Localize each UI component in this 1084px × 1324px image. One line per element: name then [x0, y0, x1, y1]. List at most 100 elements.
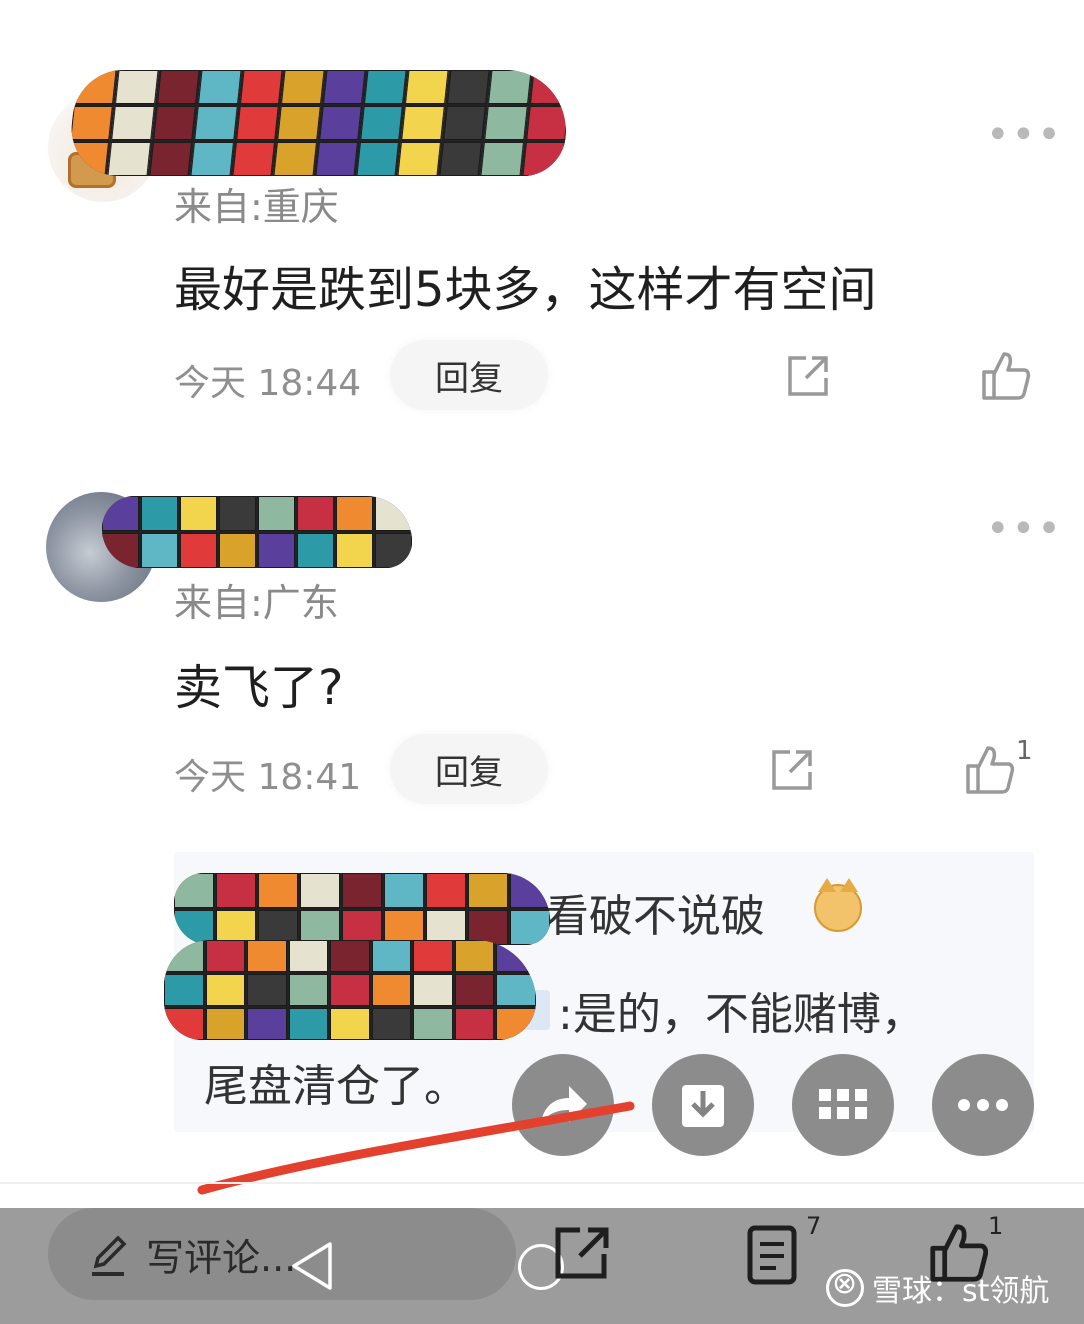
- mosaic-block: [330, 1008, 370, 1040]
- mosaic-block: [219, 496, 256, 531]
- mosaic-block: [247, 974, 287, 1006]
- comment-content: 最好是跌到5块多，这样才有空间: [174, 262, 877, 318]
- mosaic-block: [363, 70, 407, 104]
- mosaic-block: [371, 940, 412, 972]
- mosaic-block: [235, 106, 279, 140]
- mosaic-block: [297, 533, 334, 568]
- redacted-username: [174, 873, 550, 945]
- mosaic-block: [488, 70, 532, 104]
- mosaic-block: [413, 974, 453, 1006]
- share-icon[interactable]: [784, 352, 832, 400]
- mosaic-block: [384, 873, 424, 908]
- mosaic-block: [239, 70, 283, 104]
- download-button[interactable]: [652, 1054, 754, 1156]
- comment-location: 来自:广东: [174, 581, 339, 625]
- mosaic-block: [371, 974, 412, 1006]
- article-count: 7: [806, 1212, 822, 1240]
- more-icon: [958, 1099, 1008, 1111]
- mosaic-block: [484, 106, 528, 140]
- mosaic-block: [190, 142, 234, 176]
- mosaic-block: [141, 533, 178, 568]
- mosaic-block: [336, 533, 373, 568]
- article-icon[interactable]: [746, 1224, 802, 1286]
- mosaic-block: [468, 873, 508, 908]
- more-icon[interactable]: •••: [986, 112, 1063, 158]
- mosaic-block: [314, 142, 358, 176]
- mosaic-block: [281, 70, 325, 104]
- mosaic-block: [454, 974, 495, 1006]
- write-comment-input[interactable]: 写评论...: [48, 1208, 516, 1300]
- mosaic-block: [247, 940, 287, 972]
- watermark: 雪球：st领航: [826, 1266, 1049, 1310]
- xueqiu-logo-icon: [826, 1266, 864, 1307]
- mosaic-block: [107, 142, 151, 176]
- comment-time: 今天 18:41: [174, 757, 362, 798]
- mosaic-block: [258, 533, 295, 568]
- mosaic-block: [194, 106, 238, 140]
- like-icon[interactable]: [980, 350, 1032, 402]
- share-icon[interactable]: [552, 1224, 612, 1280]
- mosaic-block: [205, 1008, 246, 1040]
- apps-button[interactable]: [792, 1054, 894, 1156]
- comment-time: 今天 18:44: [174, 363, 362, 404]
- mosaic-block: [232, 142, 276, 176]
- mosaic-block: [111, 106, 155, 140]
- redacted-username: [66, 70, 573, 176]
- sub-reply-text: :是的，不能赌博，: [558, 989, 925, 1040]
- mosaic-block: [216, 873, 256, 908]
- mosaic-block: [300, 873, 340, 908]
- mosaic-block: [288, 974, 329, 1006]
- mosaic-block: [454, 1008, 495, 1040]
- mosaic-block: [480, 142, 524, 176]
- mosaic-block: [277, 106, 321, 140]
- mosaic-block: [180, 533, 217, 568]
- mosaic-block: [205, 940, 246, 972]
- mosaic-block: [153, 106, 197, 140]
- redacted-username: [164, 940, 536, 1040]
- mosaic-block: [375, 533, 412, 568]
- mosaic-block: [322, 70, 366, 104]
- more-icon[interactable]: •••: [986, 506, 1063, 552]
- mosaic-block: [426, 873, 466, 908]
- reply-button[interactable]: 回复: [390, 340, 548, 410]
- mosaic-block: [371, 1008, 412, 1040]
- cat-emoji-icon: [814, 878, 862, 932]
- mosaic-block: [258, 496, 295, 531]
- mosaic-block: [446, 70, 490, 104]
- mosaic-block: [413, 940, 453, 972]
- mosaic-block: [330, 974, 370, 1006]
- like-icon[interactable]: [964, 744, 1016, 796]
- redacted-username: [102, 496, 412, 568]
- comment-location: 来自:重庆: [174, 185, 339, 229]
- share-icon[interactable]: [768, 746, 816, 794]
- mosaic-block: [70, 106, 114, 140]
- more-options-button[interactable]: [932, 1054, 1034, 1156]
- mosaic-block: [413, 1008, 453, 1040]
- sub-reply-text: :看破不说破: [530, 891, 765, 942]
- comment-content: 卖飞了?: [174, 660, 344, 716]
- download-icon: [682, 1085, 724, 1127]
- mosaic-block: [115, 70, 159, 104]
- mosaic-block: [405, 70, 449, 104]
- mosaic-block: [342, 873, 382, 908]
- mosaic-block: [273, 142, 317, 176]
- reply-button[interactable]: 回复: [390, 734, 548, 804]
- mosaic-block: [156, 70, 200, 104]
- mosaic-block: [258, 873, 298, 908]
- mosaic-block: [360, 106, 404, 140]
- grid-icon: [819, 1089, 867, 1119]
- mosaic-block: [522, 142, 566, 176]
- comment-placeholder: 写评论...: [146, 1235, 297, 1280]
- mosaic-block: [205, 974, 246, 1006]
- mosaic-block: [442, 106, 486, 140]
- back-icon[interactable]: [288, 1240, 336, 1292]
- mosaic-block: [375, 496, 412, 531]
- watermark-text: 雪球：st领航: [872, 1274, 1050, 1309]
- mosaic-block: [180, 496, 217, 531]
- mosaic-block: [73, 70, 117, 104]
- mosaic-block: [496, 974, 536, 1006]
- mosaic-block: [164, 1008, 204, 1040]
- mosaic-block: [318, 106, 362, 140]
- mosaic-block: [336, 496, 373, 531]
- mosaic-block: [219, 533, 256, 568]
